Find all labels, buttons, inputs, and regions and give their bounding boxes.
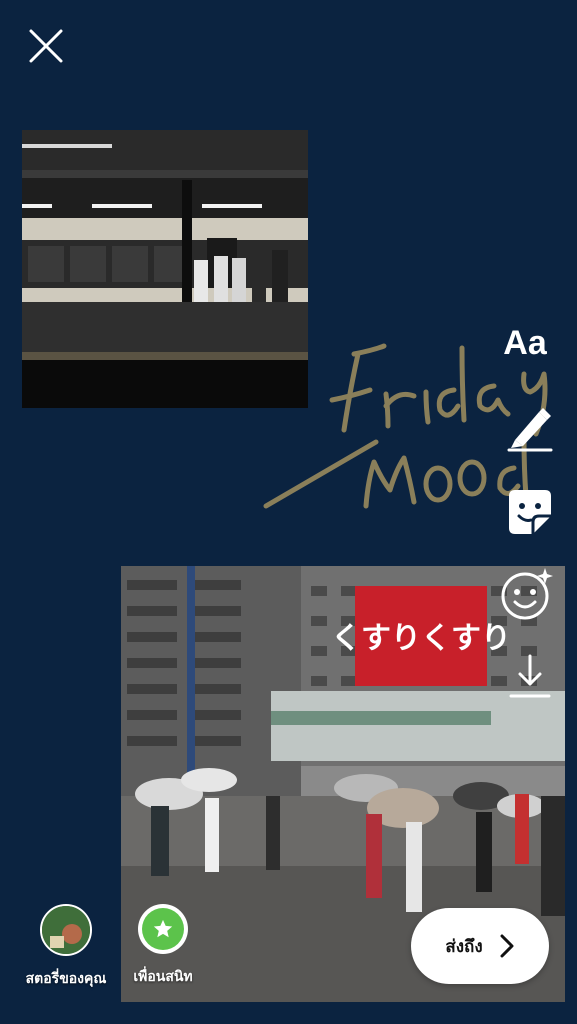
photo-train-platform[interactable] bbox=[22, 130, 308, 408]
send-to-label: ส่งถึง bbox=[445, 936, 483, 957]
effects-tool-button[interactable] bbox=[499, 566, 555, 622]
download-button[interactable] bbox=[505, 652, 555, 702]
text-tool-label: Aa bbox=[503, 323, 547, 362]
share-story-label: สตอรี่ของคุณ bbox=[25, 971, 107, 987]
face-sparkle-icon bbox=[501, 568, 553, 620]
share-your-story[interactable]: สตอรี่ของคุณ bbox=[20, 904, 112, 990]
sticker-icon bbox=[509, 490, 551, 534]
avatar bbox=[40, 904, 92, 956]
close-icon bbox=[29, 29, 63, 63]
train-platform-image bbox=[22, 130, 308, 408]
chevron-right-icon bbox=[500, 934, 514, 958]
close-button[interactable] bbox=[26, 26, 66, 66]
draw-tool-button[interactable] bbox=[505, 402, 555, 454]
pen-icon bbox=[507, 408, 553, 452]
star-icon bbox=[153, 919, 173, 938]
download-icon bbox=[509, 654, 551, 698]
share-friends-label: เพื่อนสนิท bbox=[133, 969, 193, 985]
send-to-button[interactable]: ส่งถึง bbox=[411, 908, 549, 984]
sticker-tool-button[interactable] bbox=[505, 486, 555, 538]
text-tool-button[interactable]: Aa bbox=[495, 320, 555, 366]
close-friends-badge bbox=[138, 904, 188, 954]
share-close-friends[interactable]: เพื่อนสนิท bbox=[120, 904, 206, 988]
street-sign-text: くすりくすり bbox=[331, 621, 511, 656]
avatar-image bbox=[42, 906, 90, 954]
